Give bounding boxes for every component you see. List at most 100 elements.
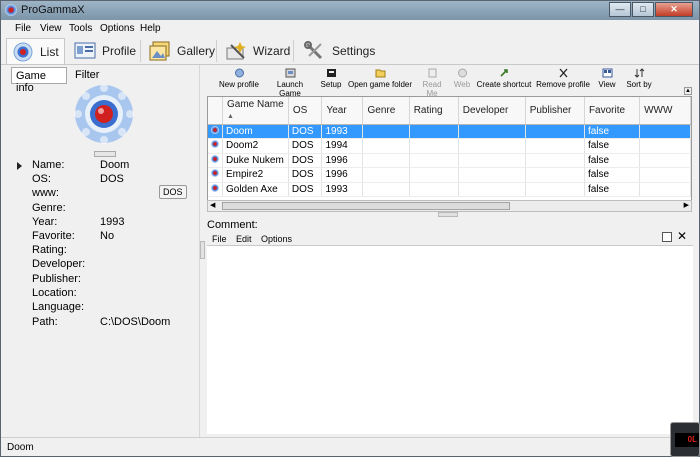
cell-www bbox=[639, 167, 691, 183]
col-developer[interactable]: Developer bbox=[458, 97, 526, 125]
label-genre: Genre: bbox=[32, 202, 66, 214]
setup-icon bbox=[326, 69, 336, 77]
list-icon bbox=[12, 42, 34, 62]
tab-gallery[interactable]: Gallery bbox=[144, 38, 215, 64]
tab-settings-label: Settings bbox=[332, 44, 376, 58]
cell-www bbox=[639, 124, 691, 139]
col-www[interactable]: WWW bbox=[639, 97, 691, 125]
value-favorite: No bbox=[100, 230, 115, 242]
tab-settings[interactable]: Settings bbox=[299, 38, 375, 64]
col-rating[interactable]: Rating bbox=[409, 97, 459, 125]
close-button[interactable]: ✕ bbox=[655, 2, 693, 17]
col-genre[interactable]: Genre bbox=[362, 97, 410, 125]
tab-wizard-label: Wizard bbox=[253, 44, 291, 58]
row-header-corner bbox=[208, 97, 223, 125]
label-publisher: Publisher: bbox=[32, 273, 81, 285]
games-grid: Game Name ▲ OS Year Genre Rating Develop… bbox=[207, 96, 692, 212]
tab-list-label: List bbox=[40, 44, 59, 59]
menu-view[interactable]: View bbox=[40, 23, 62, 34]
cell-developer bbox=[458, 138, 526, 154]
new-profile-button[interactable]: New profile bbox=[218, 67, 260, 93]
horizontal-scrollbar[interactable]: ◀ ▶ bbox=[207, 200, 692, 212]
vertical-splitter[interactable] bbox=[200, 241, 205, 259]
tab-profile[interactable]: Profile bbox=[69, 38, 139, 64]
app-window: ProGammaX — □ ✕ File View Tools Options … bbox=[0, 0, 700, 457]
scroll-left-arrow-icon[interactable]: ◀ bbox=[210, 201, 215, 209]
menu-help[interactable]: Help bbox=[140, 23, 161, 34]
menu-bar: File View Tools Options Help bbox=[1, 20, 699, 36]
game-cover-icon bbox=[73, 83, 135, 145]
cell-name: Empire2 bbox=[222, 167, 289, 183]
comment-restore-icon[interactable] bbox=[662, 232, 672, 242]
open-game-folder-button[interactable]: Open game folder bbox=[347, 67, 413, 93]
col-favorite[interactable]: Favorite bbox=[584, 97, 641, 125]
cell-year: 1993 bbox=[321, 182, 364, 197]
tab-filter[interactable]: Filter bbox=[71, 67, 111, 84]
scroll-right-arrow-icon[interactable]: ▶ bbox=[684, 201, 689, 209]
label-year: Year: bbox=[32, 216, 58, 228]
comment-menu-edit[interactable]: Edit bbox=[236, 234, 252, 244]
sort-asc-icon: ▲ bbox=[227, 113, 234, 121]
sort-by-button[interactable]: Sort by bbox=[624, 67, 654, 93]
tab-wizard[interactable]: Wizard bbox=[220, 38, 290, 64]
table-row[interactable]: Doom2 DOS 1994 false bbox=[208, 138, 691, 154]
maximize-button[interactable]: □ bbox=[632, 2, 654, 17]
horizontal-splitter[interactable] bbox=[438, 212, 458, 217]
row-icon bbox=[208, 138, 223, 154]
cell-year: 1993 bbox=[321, 124, 364, 139]
view-button[interactable]: View bbox=[597, 67, 617, 93]
comment-label: Comment: bbox=[207, 219, 258, 231]
cell-os: DOS bbox=[288, 167, 323, 183]
create-shortcut-button[interactable]: Create shortcut bbox=[476, 67, 532, 93]
col-year[interactable]: Year bbox=[321, 97, 364, 125]
col-os[interactable]: OS bbox=[288, 97, 323, 125]
comment-menu-file[interactable]: File bbox=[212, 234, 227, 244]
table-row[interactable]: Doom DOS 1993 false bbox=[208, 124, 691, 139]
row-icon bbox=[208, 153, 223, 168]
cell-name: Duke Nukem bbox=[222, 153, 289, 168]
cell-genre bbox=[362, 182, 410, 197]
col-publisher[interactable]: Publisher bbox=[525, 97, 585, 125]
status-text: Doom bbox=[7, 442, 34, 453]
minimize-button[interactable]: — bbox=[609, 2, 631, 17]
tab-divider bbox=[216, 40, 217, 62]
table-row[interactable]: Duke Nukem DOS 1996 false bbox=[208, 153, 691, 168]
current-row-arrow-icon bbox=[17, 162, 22, 170]
web-button[interactable]: Web bbox=[453, 67, 471, 93]
value-os: DOS bbox=[100, 173, 124, 185]
menu-file[interactable]: File bbox=[15, 23, 31, 34]
launch-game-button[interactable]: Launch Game bbox=[265, 67, 315, 98]
cell-name: Golden Axe bbox=[222, 182, 289, 197]
gadget-display: 0L bbox=[675, 433, 699, 447]
comment-menu-options[interactable]: Options bbox=[261, 234, 292, 244]
launch-game-icon bbox=[285, 68, 295, 78]
menu-tools[interactable]: Tools bbox=[69, 23, 92, 34]
col-game-name[interactable]: Game Name ▲ bbox=[222, 97, 289, 125]
cell-favorite: false bbox=[584, 182, 641, 197]
scroll-up-arrow-icon[interactable]: ▲ bbox=[684, 87, 692, 95]
table-row[interactable]: Empire2 DOS 1996 false bbox=[208, 167, 691, 183]
cell-www bbox=[639, 182, 691, 197]
label-path: Path: bbox=[32, 316, 58, 328]
read-me-button[interactable]: Read Me bbox=[416, 67, 448, 98]
grid-header-row: Game Name ▲ OS Year Genre Rating Develop… bbox=[208, 97, 691, 125]
collapse-handle[interactable] bbox=[94, 151, 116, 157]
menu-options[interactable]: Options bbox=[100, 23, 134, 34]
scrollbar-thumb[interactable] bbox=[222, 202, 510, 210]
row-icon bbox=[208, 167, 223, 183]
cell-favorite: false bbox=[584, 153, 641, 168]
cell-www bbox=[639, 138, 691, 154]
comment-close-icon[interactable]: ✕ bbox=[677, 230, 687, 242]
remove-profile-button[interactable]: Remove profile bbox=[536, 67, 590, 93]
table-row[interactable]: Golden Axe DOS 1993 false bbox=[208, 182, 691, 197]
cell-publisher bbox=[525, 167, 585, 183]
cell-favorite: false bbox=[584, 138, 641, 154]
view-icon bbox=[602, 68, 612, 78]
cell-www bbox=[639, 153, 691, 168]
tab-list[interactable]: List bbox=[6, 38, 65, 64]
settings-icon bbox=[304, 41, 326, 61]
tab-game-info[interactable]: Game info bbox=[11, 67, 67, 94]
setup-button[interactable]: Setup bbox=[319, 67, 343, 93]
comment-editor[interactable] bbox=[207, 245, 693, 434]
cell-rating bbox=[409, 124, 459, 139]
